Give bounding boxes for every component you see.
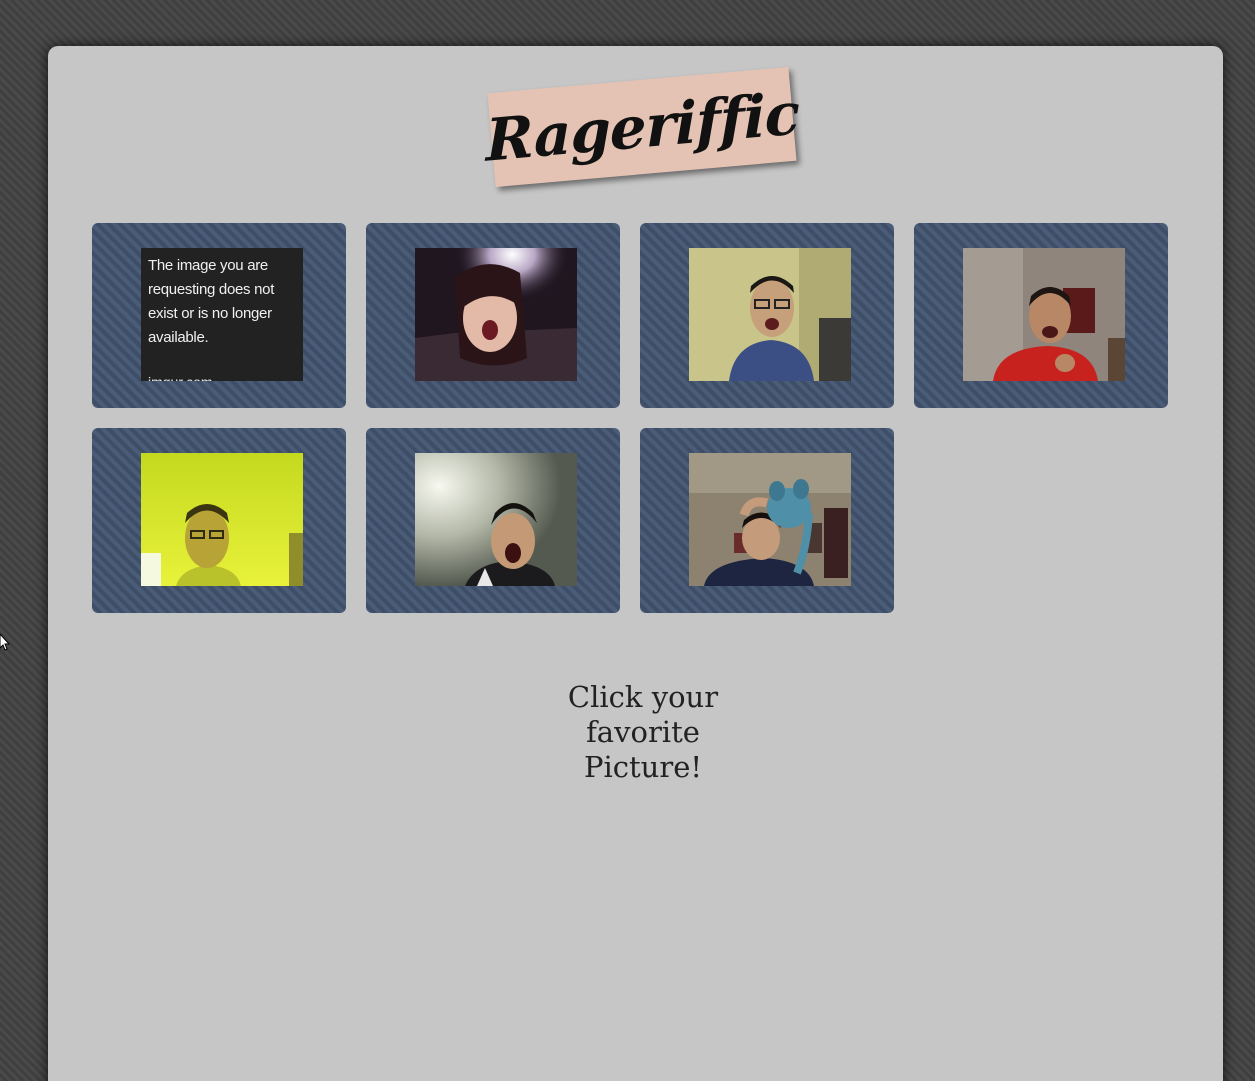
- photo-tile-7[interactable]: [640, 428, 894, 613]
- photo-tile-1[interactable]: The image you are requesting does not ex…: [92, 223, 346, 408]
- instruction-line-3: Picture!: [583, 750, 703, 784]
- logo-text: Rageriffic: [484, 79, 800, 175]
- photo-tile-5[interactable]: [92, 428, 346, 613]
- instruction-line-2: favorite: [586, 715, 700, 749]
- missing-image-message: The image you are requesting does not ex…: [148, 257, 275, 346]
- instruction-line-1: Click your: [567, 680, 719, 714]
- photo-man-glasses-shouting: [689, 248, 851, 381]
- photo-tile-6[interactable]: [366, 428, 620, 613]
- photo-girl-screaming: [415, 248, 577, 381]
- missing-image-placeholder: The image you are requesting does not ex…: [141, 248, 303, 381]
- mouse-cursor-icon: [0, 633, 11, 656]
- instruction-text: Click your favorite Picture!: [543, 680, 743, 785]
- photo-tile-3[interactable]: [640, 223, 894, 408]
- photo-man-with-plush-toy: [689, 453, 851, 586]
- photo-man-yawning: [415, 453, 577, 586]
- missing-image-site: imgur.com: [148, 370, 297, 381]
- photo-tile-2[interactable]: [366, 223, 620, 408]
- photo-man-red-shirt-laughing: [963, 248, 1125, 381]
- photo-man-yellow-tint: [141, 453, 303, 586]
- photo-tile-4[interactable]: [914, 223, 1168, 408]
